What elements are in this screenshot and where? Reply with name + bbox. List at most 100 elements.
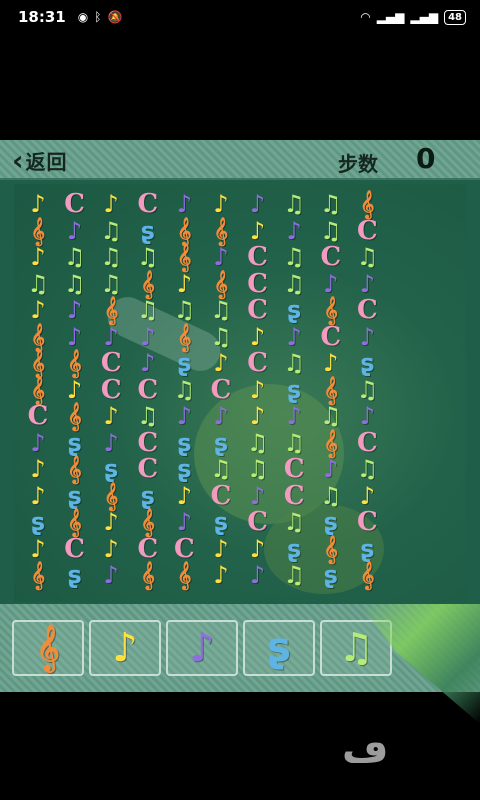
purple-note-tile[interactable]: ♪ [203,243,239,271]
blue-rest-tile[interactable]: ʂ [130,217,166,245]
yellow-note-tile[interactable]: ♪ [240,402,276,430]
blue-rest-tile[interactable]: ʂ [57,482,93,510]
purple-note-tile[interactable]: ♪ [276,217,312,245]
purple-note-tile[interactable]: ♪ [93,323,129,351]
green-note-tile[interactable]: ♫ [130,402,166,430]
green-note-tile[interactable]: ♫ [276,349,312,377]
yellow-note-tile[interactable]: ♪ [240,323,276,351]
purple-note-tile[interactable]: ♪ [313,455,349,483]
pink-c-clef-tile[interactable]: C [276,482,312,510]
purple-note-tile[interactable]: ♪ [130,323,166,351]
pink-c-clef-tile[interactable]: C [240,270,276,298]
treble-clef-tile[interactable]: 𝄞 [313,376,349,404]
blue-rest-tile[interactable]: ʂ [130,482,166,510]
purple-note-tile[interactable]: ♪ [349,270,385,298]
pink-c-clef-tile[interactable]: C [240,243,276,271]
purple-note-tile[interactable]: ♪ [20,429,56,457]
green-note-tile[interactable]: ♫ [203,455,239,483]
blue-rest-tile[interactable]: ʂ [313,508,349,536]
green-note-tile[interactable]: ♫ [349,376,385,404]
yellow-note-tile[interactable]: ♪ [203,349,239,377]
yellow-note-tile[interactable]: ♪ [349,482,385,510]
pink-c-clef-tile[interactable]: C [203,482,239,510]
purple-note-tile[interactable]: ♪ [349,402,385,430]
treble-clef-tile[interactable]: 𝄞 [203,217,239,245]
treble-clef-tile[interactable]: 𝄞 [93,296,129,324]
treble-clef-tile[interactable]: 𝄞 [130,561,166,589]
green-note-tile[interactable]: ♫ [203,323,239,351]
treble-clef-tile[interactable]: 𝄞 [20,561,56,589]
pink-c-clef-tile[interactable]: C [130,429,166,457]
treble-clef-tile[interactable]: 𝄞 [93,482,129,510]
blue-rest-tile[interactable]: ʂ [276,535,312,563]
pink-c-clef-tile[interactable]: C [57,190,93,218]
purple-note-tile[interactable]: ♪ [93,561,129,589]
blue-rest-tile[interactable]: ʂ [276,296,312,324]
pink-c-clef-tile[interactable]: C [93,376,129,404]
blue-rest-tile[interactable]: ʂ [166,349,202,377]
treble-clef-tile[interactable]: 𝄞 [166,323,202,351]
yellow-note-tile[interactable]: ♪ [313,349,349,377]
treble-clef-tile[interactable]: 𝄞 [130,508,166,536]
pink-c-clef-tile[interactable]: C [349,296,385,324]
treble-clef-tile[interactable]: 𝄞 [313,535,349,563]
green-note-tile[interactable]: ♫ [240,455,276,483]
yellow-note-tile[interactable]: ♪ [20,296,56,324]
green-note-tile[interactable]: ♫ [349,243,385,271]
green-note-tile[interactable]: ♫ [166,296,202,324]
purple-note-tile[interactable]: ♪ [57,217,93,245]
treble-clef-tile[interactable]: 𝄞 [57,349,93,377]
green-note-tile[interactable]: ♫ [313,482,349,510]
pink-c-clef-tile[interactable]: C [349,217,385,245]
treble-clef-tile[interactable]: 𝄞 [20,376,56,404]
pink-c-clef-tile[interactable]: C [349,508,385,536]
yellow-note-tile[interactable]: ♪ [166,270,202,298]
yellow-note-tile[interactable]: ♪ [240,376,276,404]
blue-rest-tile[interactable]: ʂ [349,535,385,563]
purple-note-tile[interactable]: ♪ [240,190,276,218]
pink-c-clef-tile[interactable]: C [240,508,276,536]
purple-note-tile[interactable]: ♪ [166,402,202,430]
pink-c-clef-tile[interactable]: C [166,535,202,563]
yellow-note-tile[interactable]: ♪ [166,482,202,510]
blue-rest-tile[interactable]: ʂ [57,429,93,457]
blue-rest-tile[interactable]: ʂ [276,376,312,404]
treble-clef-tile[interactable]: 𝄞 [349,190,385,218]
pink-c-clef-tile[interactable]: C [276,455,312,483]
yellow-note-tile[interactable]: ♪ [20,535,56,563]
purple-note-tile[interactable]: ♪ [166,508,202,536]
back-button[interactable]: ‹ 返回 [12,146,68,175]
green-note-tile[interactable]: ♫ [313,402,349,430]
treble-clef-tile[interactable]: 𝄞 [166,561,202,589]
yellow-note-tile[interactable]: ♪ [20,190,56,218]
pink-c-clef-tile[interactable]: C [349,429,385,457]
purple-note-tile[interactable]: ♪ [276,402,312,430]
yellow-note-tile[interactable]: ♪ [93,190,129,218]
green-note-tile[interactable]: ♫ [313,217,349,245]
yellow-note-tile[interactable]: ♪ [93,402,129,430]
blue-rest-tile[interactable]: ʂ [93,455,129,483]
treble-clef-tile[interactable]: 𝄞 [20,323,56,351]
green-note-tile[interactable]: ♫ [203,296,239,324]
treble-clef-tile[interactable]: 𝄞 [20,217,56,245]
tray-slot-treble-clef[interactable]: 𝄞 [12,620,84,676]
blue-rest-tile[interactable]: ʂ [166,429,202,457]
green-note-tile[interactable]: ♫ [130,296,166,324]
purple-note-tile[interactable]: ♪ [57,323,93,351]
yellow-note-tile[interactable]: ♪ [93,535,129,563]
pink-c-clef-tile[interactable]: C [203,376,239,404]
green-note-tile[interactable]: ♫ [276,508,312,536]
treble-clef-tile[interactable]: 𝄞 [57,402,93,430]
pink-c-clef-tile[interactable]: C [93,349,129,377]
pink-c-clef-tile[interactable]: C [313,323,349,351]
pink-c-clef-tile[interactable]: C [57,535,93,563]
purple-note-tile[interactable]: ♪ [240,561,276,589]
yellow-note-tile[interactable]: ♪ [20,243,56,271]
treble-clef-tile[interactable]: 𝄞 [20,349,56,377]
green-note-tile[interactable]: ♫ [57,243,93,271]
pink-c-clef-tile[interactable]: C [240,296,276,324]
pink-c-clef-tile[interactable]: C [313,243,349,271]
pink-c-clef-tile[interactable]: C [130,535,166,563]
treble-clef-tile[interactable]: 𝄞 [166,217,202,245]
tray-slot-yellow-note[interactable]: ♪ [89,620,161,676]
